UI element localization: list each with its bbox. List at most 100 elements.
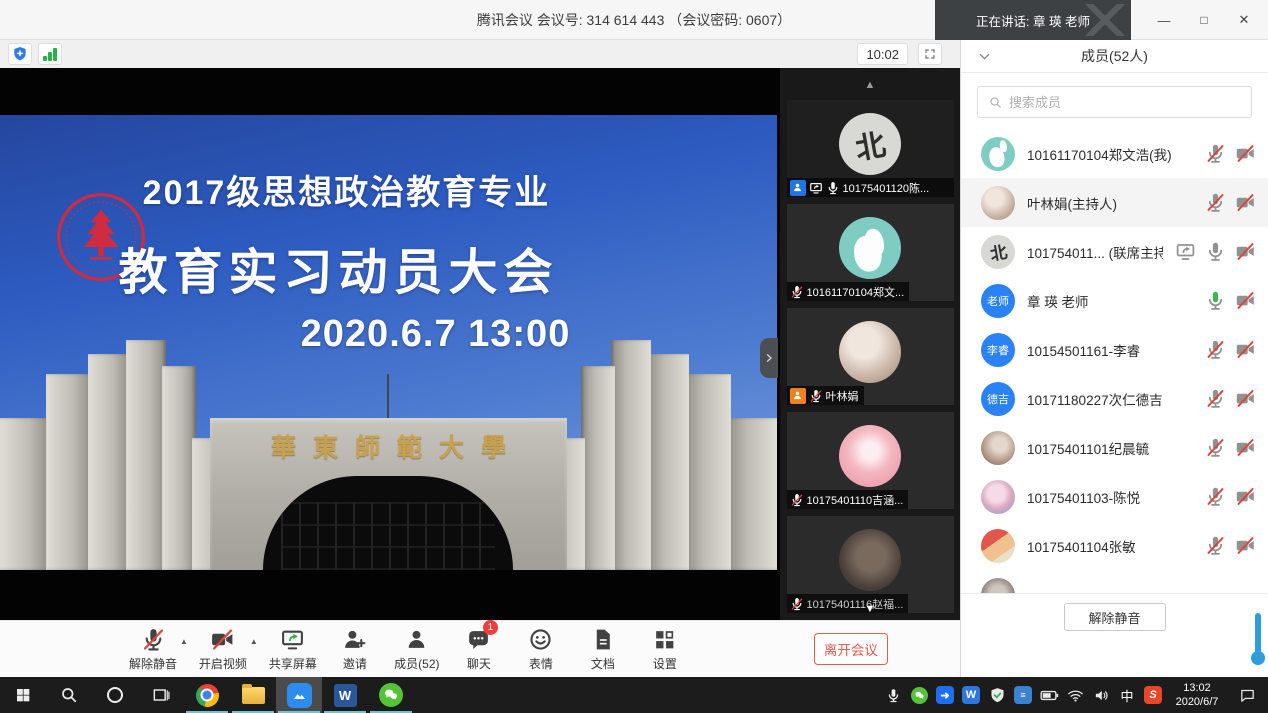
close-button[interactable]: ✕: [1224, 0, 1264, 40]
member-row[interactable]: 北 101754011... (联席主持人): [961, 227, 1268, 276]
chevron-down-icon[interactable]: [977, 49, 992, 64]
avatar: [981, 431, 1015, 465]
tray-thunder[interactable]: ➜: [932, 677, 958, 713]
tencent-meeting-icon: [287, 683, 312, 708]
member-row[interactable]: 叶林娟(主持人): [961, 178, 1268, 227]
camera-off-icon[interactable]: [1235, 486, 1256, 507]
avatar: 李睿: [981, 333, 1015, 367]
taskbar-clock[interactable]: 13:02 2020/6/7: [1166, 677, 1228, 713]
action-center-button[interactable]: [1228, 677, 1266, 713]
camera-off-icon[interactable]: [1235, 143, 1256, 164]
sogou-icon: S: [1144, 686, 1162, 704]
member-row[interactable]: 李睿 10154501161-李睿: [961, 325, 1268, 374]
mic-muted-icon[interactable]: [1205, 192, 1226, 213]
video-thumbnail[interactable]: 叶林娟: [787, 308, 954, 405]
unmute-button[interactable]: 解除静音: [1064, 603, 1166, 631]
watermark-logo: [1085, 4, 1125, 36]
taskbar-file-explorer[interactable]: [230, 677, 276, 713]
chat-unread-badge: 1: [483, 620, 498, 635]
invite-button[interactable]: 邀请: [324, 627, 386, 672]
chevron-right-icon: [763, 352, 775, 364]
camera-off-icon[interactable]: [1235, 437, 1256, 458]
mic-muted-icon[interactable]: [1205, 437, 1226, 458]
minimize-button[interactable]: —: [1144, 0, 1184, 40]
microphone-icon: [886, 688, 901, 703]
search-icon: [59, 685, 79, 705]
slide-title-line2: 教育实习动员大会: [0, 233, 727, 304]
share-screen-button[interactable]: 共享屏幕: [262, 627, 324, 672]
tray-docs[interactable]: W: [958, 677, 984, 713]
camera-off-icon: [210, 627, 235, 652]
cortana-button[interactable]: [92, 677, 138, 713]
network-signal-button[interactable]: [38, 43, 62, 65]
tray-network[interactable]: [1062, 677, 1088, 713]
member-search-box: [977, 86, 1252, 118]
tray-sogou[interactable]: S: [1140, 677, 1166, 713]
task-view-button[interactable]: [138, 677, 184, 713]
member-row[interactable]: 10175401103-陈悦: [961, 472, 1268, 521]
folder-icon: [242, 687, 265, 704]
thermometer-widget: [1251, 613, 1265, 665]
mic-muted-icon[interactable]: [1205, 143, 1226, 164]
meeting-toolbar: 解除静音 ▲ 开启视频 ▲ 共享屏幕 邀请 成员(52) 1 聊天 表情 文档 …: [0, 620, 960, 677]
search-input[interactable]: [1009, 95, 1241, 110]
settings-button[interactable]: 设置: [634, 627, 696, 672]
screen-share-icon: [280, 627, 305, 652]
video-thumbnail[interactable]: 10161170104郑文...: [787, 204, 954, 301]
mic-muted-icon[interactable]: [1205, 339, 1226, 360]
scroll-up-button[interactable]: ▲: [780, 78, 960, 94]
mic-speaking-icon[interactable]: [1205, 290, 1226, 311]
member-row[interactable]: 10161170104郑文浩(我): [961, 129, 1268, 178]
member-row[interactable]: 10175401101纪晨毓: [961, 423, 1268, 472]
mic-on-icon[interactable]: [1205, 241, 1226, 262]
chat-button[interactable]: 1 聊天: [448, 627, 510, 672]
tray-ime[interactable]: 中: [1114, 677, 1140, 713]
video-thumbnail[interactable]: 10175401110吉涵...: [787, 412, 954, 509]
wechat-icon: [911, 687, 928, 704]
camera-off-icon[interactable]: [1235, 290, 1256, 311]
emoji-button[interactable]: 表情: [510, 627, 572, 672]
mic-muted-icon: [141, 627, 166, 652]
taskbar-chrome[interactable]: [184, 677, 230, 713]
tray-volume[interactable]: [1088, 677, 1114, 713]
speaking-banner: 正在讲话: 章 瑛 老师: [935, 0, 1131, 40]
tray-mic[interactable]: [880, 677, 906, 713]
tray-wechat[interactable]: [906, 677, 932, 713]
members-button[interactable]: 成员(52): [386, 627, 448, 672]
start-button[interactable]: [0, 677, 46, 713]
speaker-icon: [1093, 687, 1110, 704]
start-video-button[interactable]: 开启视频: [192, 627, 254, 672]
docs-button[interactable]: 文档: [572, 627, 634, 672]
member-row[interactable]: 德吉 10171180227次仁德吉: [961, 374, 1268, 423]
tray-battery[interactable]: [1036, 677, 1062, 713]
member-row[interactable]: 老师 章 瑛 老师: [961, 276, 1268, 325]
camera-off-icon[interactable]: [1235, 241, 1256, 262]
camera-off-icon[interactable]: [1235, 339, 1256, 360]
mic-muted-icon[interactable]: [1205, 388, 1226, 409]
taskbar-tencent-meeting[interactable]: [276, 677, 322, 713]
tray-security[interactable]: [984, 677, 1010, 713]
member-row[interactable]: 10175401104张敏: [961, 521, 1268, 570]
leave-meeting-button[interactable]: 离开会议: [814, 633, 888, 665]
taskbar-search-button[interactable]: [46, 677, 92, 713]
tray-app[interactable]: ≡: [1010, 677, 1036, 713]
mic-muted-icon[interactable]: [1205, 535, 1226, 556]
video-thumbnail[interactable]: 10175401116赵福...: [787, 516, 954, 613]
meeting-health-button[interactable]: [8, 43, 32, 65]
collapse-rail-button[interactable]: [760, 338, 778, 378]
screen-share-icon[interactable]: [1175, 241, 1196, 262]
fullscreen-button[interactable]: [918, 43, 942, 65]
camera-off-icon[interactable]: [1235, 535, 1256, 556]
mic-muted-icon: [809, 389, 823, 403]
taskbar-wechat[interactable]: [368, 677, 414, 713]
mic-muted-icon[interactable]: [1205, 486, 1226, 507]
clock-date: 2020/6/7: [1176, 695, 1219, 709]
camera-off-icon[interactable]: [1235, 192, 1256, 213]
maximize-button[interactable]: □: [1184, 0, 1224, 40]
camera-off-icon[interactable]: [1235, 388, 1256, 409]
scroll-down-button[interactable]: ▼: [780, 602, 960, 618]
avatar: 德吉: [981, 382, 1015, 416]
unmute-toolbar-button[interactable]: 解除静音: [122, 627, 184, 672]
taskbar-word[interactable]: W: [322, 677, 368, 713]
video-thumbnail[interactable]: 北 10175401120陈...: [787, 100, 954, 197]
